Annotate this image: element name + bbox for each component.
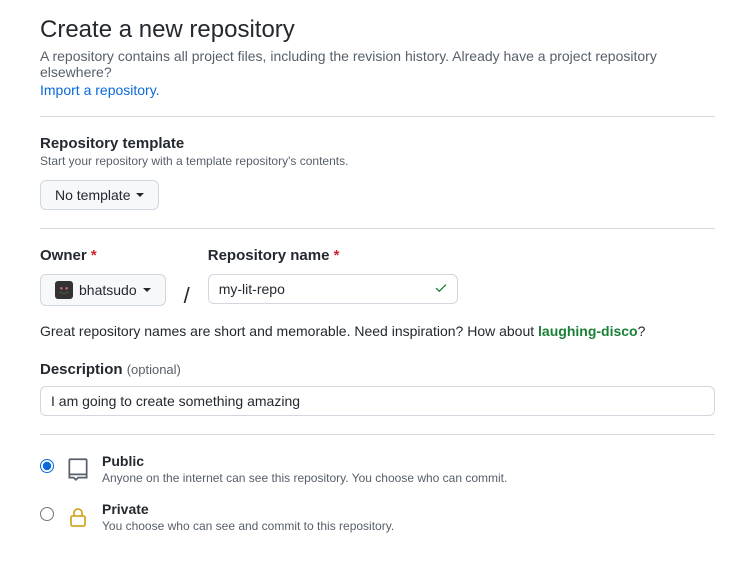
owner-selected: bhatsudo: [79, 282, 137, 298]
avatar: [55, 281, 73, 299]
lock-icon: [64, 503, 92, 531]
visibility-private-radio[interactable]: [40, 507, 54, 521]
divider: [40, 434, 715, 435]
repo-name-label: Repository name *: [208, 247, 458, 264]
template-selected: No template: [55, 187, 130, 203]
visibility-public-desc: Anyone on the internet can see this repo…: [102, 471, 507, 485]
name-suggestion-link[interactable]: laughing-disco: [538, 323, 638, 339]
owner-label: Owner *: [40, 247, 166, 264]
page-title: Create a new repository: [40, 16, 715, 44]
visibility-public-title: Public: [102, 453, 144, 469]
description-input[interactable]: [40, 386, 715, 416]
import-repo-link[interactable]: Import a repository.: [40, 82, 160, 98]
visibility-private-desc: You choose who can see and commit to thi…: [102, 519, 394, 533]
chevron-down-icon: [136, 193, 144, 197]
required-marker: *: [334, 247, 340, 264]
description-label: Description (optional): [40, 361, 715, 378]
owner-select[interactable]: bhatsudo: [40, 274, 166, 306]
repo-name-input[interactable]: [208, 274, 458, 304]
required-marker: *: [91, 247, 97, 264]
check-icon: [434, 281, 448, 298]
repo-icon: [64, 455, 92, 483]
template-select[interactable]: No template: [40, 180, 159, 210]
name-helper: Great repository names are short and mem…: [40, 323, 715, 339]
owner-repo-separator: /: [182, 283, 192, 309]
visibility-public-radio[interactable]: [40, 459, 54, 473]
divider: [40, 228, 715, 229]
template-sub: Start your repository with a template re…: [40, 154, 715, 168]
divider: [40, 116, 715, 117]
template-label: Repository template: [40, 135, 715, 152]
chevron-down-icon: [143, 288, 151, 292]
page-subtitle: A repository contains all project files,…: [40, 48, 715, 80]
visibility-private-title: Private: [102, 501, 149, 517]
